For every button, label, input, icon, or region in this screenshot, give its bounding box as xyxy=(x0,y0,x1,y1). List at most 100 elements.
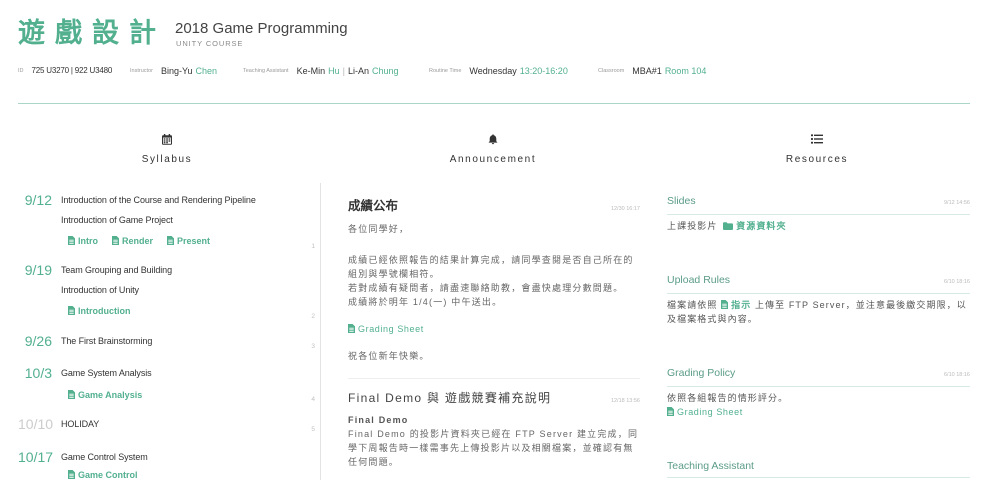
week-number: 5 xyxy=(311,425,315,433)
header-divider xyxy=(18,103,970,104)
slide-link-game-analysis[interactable]: Game Analysis xyxy=(68,389,143,400)
syllabus-topic: Team Grouping and Building xyxy=(61,265,172,275)
announcement-subtitle: Final Demo xyxy=(348,415,409,425)
course-name: 2018 Game Programming xyxy=(175,20,348,37)
meta-classroom: Classroom MBA#1 Room 104 xyxy=(598,65,706,77)
routine-day: Wednesday xyxy=(469,66,517,76)
announcement-line: 成績已經依照報告的結果計算完成，請同學查閱是否自己所在的 xyxy=(348,255,634,265)
announcement-item: Final Demo 與 遊戲競賽補充說明 12/18 13:56 Final … xyxy=(348,378,640,469)
announcement-item: 成績公布 12/30 16:17 各位同學好， 成績已經依照報告的結果計算完成，… xyxy=(348,197,640,363)
grading-sheet-link[interactable]: Grading Sheet xyxy=(348,322,640,336)
announcement-line: 學下周報告時一樣需事先上傳投影片以及相關檔案，並確認有無 xyxy=(348,443,634,453)
syllabus-date: 9/19 xyxy=(24,262,52,278)
calendar-icon xyxy=(67,134,267,146)
ta2-last-name: Chung xyxy=(371,66,399,76)
ta1-first-name: Ke-Min xyxy=(296,66,326,76)
announcement-title: Announcement xyxy=(449,154,537,165)
resource-text: 依照各組報告的情形評分。 xyxy=(667,393,789,403)
syllabus-date: 10/10 xyxy=(18,416,54,432)
announcement-timestamp: 12/30 16:17 xyxy=(610,206,640,212)
slide-link-label: Present xyxy=(177,236,211,246)
resource-timestamp: 6/10 18:16 xyxy=(944,372,970,378)
grading-sheet-link[interactable]: Grading Sheet xyxy=(667,407,743,417)
syllabus-links: Introduction xyxy=(61,300,301,322)
syllabus-row: 10/3 Game System Analysis Game Analysis … xyxy=(18,364,315,405)
file-icon xyxy=(68,469,75,479)
classroom-room: Room 104 xyxy=(664,66,707,76)
folder-icon xyxy=(723,222,734,230)
announcement-title[interactable]: 成績公布 xyxy=(348,197,398,215)
ta-label: Teaching Assistant xyxy=(243,68,289,74)
resource-upload-rules: Upload Rules 6/10 18:16 檔案請依照 指示 上傳至 FTP… xyxy=(667,272,970,326)
resource-title: Teaching Assistant xyxy=(667,460,754,472)
resource-timestamp: 9/12 14:56 xyxy=(944,200,970,206)
syllabus-date: 9/12 xyxy=(24,192,52,208)
announcement-line: 若對成績有疑問者，請盡速聯絡助教，會盡快處理分數問題。 xyxy=(348,283,624,293)
syllabus-topic: Game System Analysis xyxy=(61,368,152,378)
resource-text: 上課投影片 xyxy=(667,221,718,231)
instructions-link[interactable]: 指示 xyxy=(721,300,751,310)
resource-timestamp: 6/10 18:16 xyxy=(944,279,970,285)
announcement-line: 成績將於明年 1/4(一) 中午送出。 xyxy=(348,297,503,307)
announcement-header: Announcement xyxy=(393,134,593,167)
resource-grading-policy: Grading Policy 6/10 18:16 依照各組報告的情形評分。 G… xyxy=(667,365,970,419)
site-title: 遊戲設計 xyxy=(18,18,166,48)
syllabus-row: 10/10 HOLIDAY 5 xyxy=(18,415,315,435)
resource-text: 檔案請依照 xyxy=(667,300,718,310)
resource-folder-label: 資源資料夾 xyxy=(736,221,787,231)
grading-sheet-label: Grading Sheet xyxy=(677,407,743,417)
slide-link-game-control[interactable]: Game Control xyxy=(68,469,138,480)
week-number: 2 xyxy=(311,312,315,320)
syllabus-row: 9/19 Team Grouping and Building Introduc… xyxy=(18,261,315,322)
syllabus-links: Game Control xyxy=(61,468,301,480)
instructor-first-name: Bing-Yu xyxy=(160,66,193,76)
course-id-label: ID xyxy=(18,68,24,74)
syllabus-row: 9/26 The First Brainstorming 3 xyxy=(18,332,315,352)
syllabus-topic: HOLIDAY xyxy=(61,419,100,429)
instructions-label: 指示 xyxy=(731,300,752,310)
file-icon xyxy=(721,300,729,309)
resource-folder-link[interactable]: 資源資料夾 xyxy=(721,221,787,231)
syllabus-topic: Introduction of Game Project xyxy=(61,214,173,225)
announcement-line: Final Demo 的投影片資料夾已經在 FTP Server 建立完成，同 xyxy=(348,429,639,439)
slide-link-label: Game Control xyxy=(78,469,138,480)
instructor-last-name: Chen xyxy=(195,66,217,76)
ta2-first-name: Li-An xyxy=(347,66,369,76)
slide-link-label: Render xyxy=(122,236,154,246)
course-subtitle: UNITY COURSE xyxy=(176,39,244,48)
ta-separator: | xyxy=(342,66,345,76)
slide-link-intro[interactable]: Intro xyxy=(68,236,98,246)
file-icon xyxy=(68,306,75,315)
ta1-last-name: Hu xyxy=(328,66,340,76)
syllabus-topic: The First Brainstorming xyxy=(61,336,153,346)
meta-instructor: Instructor Bing-Yu Chen xyxy=(130,65,217,77)
file-icon xyxy=(68,389,75,399)
slide-link-introduction[interactable]: Introduction xyxy=(68,306,131,316)
announcement-line: 任何問題。 xyxy=(348,457,400,467)
resource-title: Slides xyxy=(667,195,696,207)
syllabus-topic: Introduction of Unity xyxy=(61,284,139,295)
syllabus-header: Syllabus xyxy=(67,134,267,167)
file-icon xyxy=(167,236,175,245)
week-number: 4 xyxy=(311,396,315,403)
syllabus-date: 10/17 xyxy=(18,449,54,465)
syllabus-links: Game Analysis xyxy=(61,384,301,406)
announcement-title[interactable]: Final Demo 與 遊戲競賽補充說明 xyxy=(348,389,551,407)
resource-teaching-assistant: Teaching Assistant xyxy=(667,458,970,478)
resources-title: Resources xyxy=(785,154,849,165)
announcement-line: 組別與學號欄相符。 xyxy=(348,269,440,279)
syllabus-row: 10/17 Game Control System Game Control xyxy=(18,448,315,480)
slide-link-label: Intro xyxy=(78,236,98,246)
slide-link-render[interactable]: Render xyxy=(112,236,153,246)
announcement-closing: 祝各位新年快樂。 xyxy=(348,351,430,361)
slide-link-label: Game Analysis xyxy=(78,389,143,400)
slide-link-present[interactable]: Present xyxy=(167,236,210,246)
resources-list: Slides 9/12 14:56 上課投影片 資源資料夾 Upload Rul… xyxy=(667,193,970,478)
syllabus-date: 9/26 xyxy=(24,333,52,349)
announcement-timestamp: 12/18 13:56 xyxy=(610,398,640,404)
resource-slides: Slides 9/12 14:56 上課投影片 資源資料夾 xyxy=(667,193,970,233)
syllabus-topic: Introduction of the Course and Rendering… xyxy=(61,195,256,205)
resource-title: Upload Rules xyxy=(667,274,731,286)
grading-sheet-label: Grading Sheet xyxy=(358,324,424,334)
syllabus-date: 10/3 xyxy=(24,365,52,381)
